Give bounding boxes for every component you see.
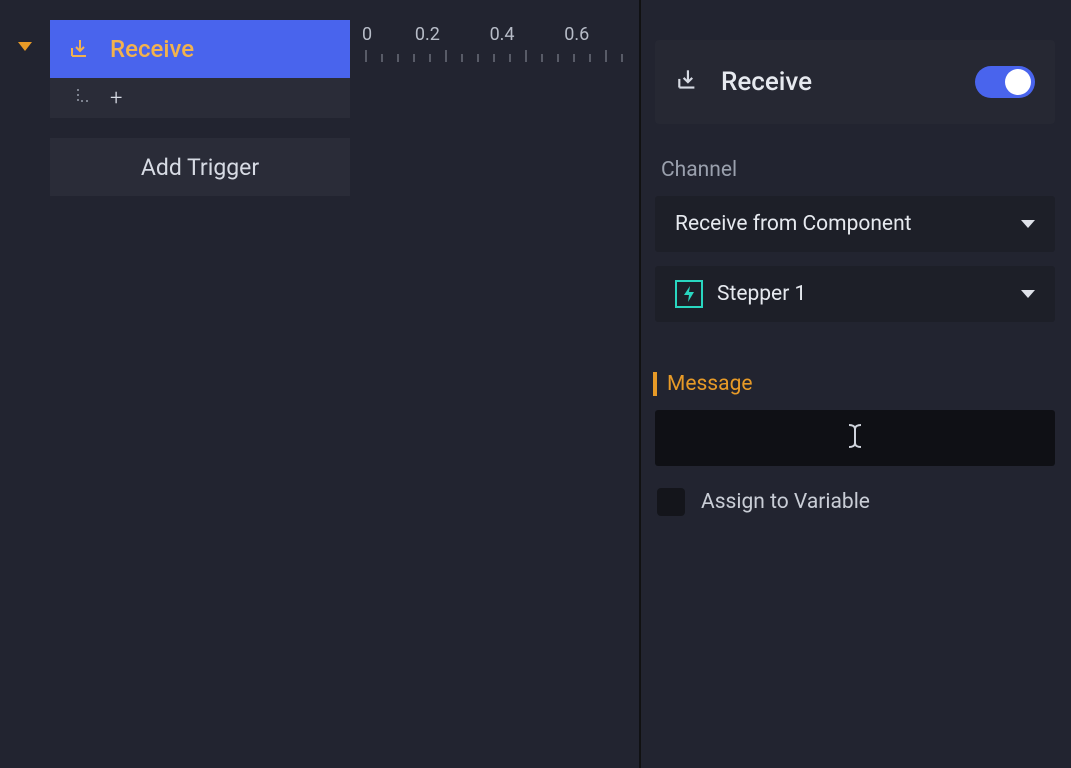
inspector-header: Receive xyxy=(655,40,1055,124)
message-input[interactable] xyxy=(655,410,1055,466)
assign-label: Assign to Variable xyxy=(701,490,870,514)
receive-icon xyxy=(675,66,703,98)
component-name: Stepper 1 xyxy=(717,282,806,306)
add-trigger-label: Add Trigger xyxy=(141,154,259,181)
channel-mode-dropdown[interactable]: Receive from Component xyxy=(655,196,1055,252)
trigger-add-action[interactable]: + xyxy=(50,78,350,118)
timeline-ticks xyxy=(360,50,639,66)
text-cursor-icon xyxy=(846,423,864,453)
inspector-panel: Receive Channel Receive from Component S… xyxy=(640,0,1071,768)
toggle-knob xyxy=(1005,69,1031,95)
trigger-receive-label: Receive xyxy=(110,35,194,63)
tick-label: 0.2 xyxy=(415,24,490,45)
receive-icon xyxy=(68,36,94,62)
plus-icon: + xyxy=(110,86,122,111)
tick-label: 0.4 xyxy=(490,24,565,45)
message-section-label: Message xyxy=(653,372,1055,396)
caret-down-icon[interactable] xyxy=(18,42,32,51)
inspector-title: Receive xyxy=(721,67,812,97)
enable-toggle[interactable] xyxy=(975,66,1035,98)
trigger-panel: Receive + Add Trigger xyxy=(0,0,350,768)
assign-checkbox[interactable] xyxy=(657,488,685,516)
bolt-icon xyxy=(675,280,703,308)
trigger-receive[interactable]: Receive xyxy=(50,20,350,78)
tick-label: 0 xyxy=(350,24,415,45)
timeline-panel: 0 0.2 0.4 0.6 xyxy=(350,0,640,768)
chevron-down-icon xyxy=(1021,290,1035,298)
chevron-down-icon xyxy=(1021,220,1035,228)
timeline-ruler[interactable]: 0 0.2 0.4 0.6 xyxy=(350,0,639,70)
component-dropdown[interactable]: Stepper 1 xyxy=(655,266,1055,322)
channel-mode-value: Receive from Component xyxy=(675,212,912,236)
add-trigger-button[interactable]: Add Trigger xyxy=(50,138,350,196)
assign-to-variable-row: Assign to Variable xyxy=(655,488,1055,516)
channel-section-label: Channel xyxy=(655,158,1055,182)
branch-icon xyxy=(74,87,96,109)
tick-label: 0.6 xyxy=(564,24,639,45)
